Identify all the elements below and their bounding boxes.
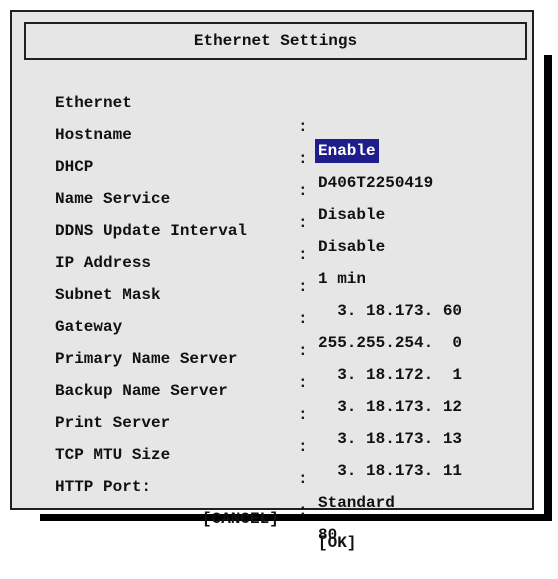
cancel-button[interactable]: [CANCEL] — [202, 507, 279, 531]
dialog-title: Ethernet Settings — [24, 22, 527, 60]
setting-row-name-service[interactable]: Name Service : Disable — [12, 163, 532, 256]
setting-row-backup-name-server[interactable]: Backup Name Server : 3. 18.173. 13 — [12, 355, 532, 448]
setting-row-gateway[interactable]: Gateway : 3. 18.172. 1 — [12, 291, 532, 384]
setting-row-subnet-mask[interactable]: Subnet Mask : 255.255.254. 0 — [12, 259, 532, 352]
setting-row-dhcp[interactable]: DHCP : Disable — [12, 131, 532, 224]
dialog-shadow-right — [544, 55, 552, 521]
setting-row-primary-name-server[interactable]: Primary Name Server : 3. 18.173. 12 — [12, 323, 532, 416]
setting-row-http-port[interactable]: HTTP Port: : 80 — [12, 451, 532, 544]
setting-row-ddns-update-interval[interactable]: DDNS Update Interval : 1 min — [12, 195, 532, 288]
dialog-button-bar: [CANCEL] [OK] — [12, 483, 532, 552]
ok-button[interactable]: [OK] — [318, 531, 356, 555]
setting-row-tcp-mtu-size[interactable]: TCP MTU Size : Standard — [12, 419, 532, 512]
setting-row-ethernet[interactable]: Ethernet : Enable — [12, 67, 532, 163]
ethernet-settings-dialog: Ethernet Settings Ethernet : Enable Host… — [10, 10, 534, 552]
setting-row-print-server[interactable]: Print Server : 3. 18.173. 11 — [12, 387, 532, 480]
setting-row-ip-address[interactable]: IP Address : 3. 18.173. 60 — [12, 227, 532, 320]
setting-row-hostname[interactable]: Hostname : D406T2250419 — [12, 99, 532, 192]
dialog-shadow-bottom — [40, 514, 552, 521]
